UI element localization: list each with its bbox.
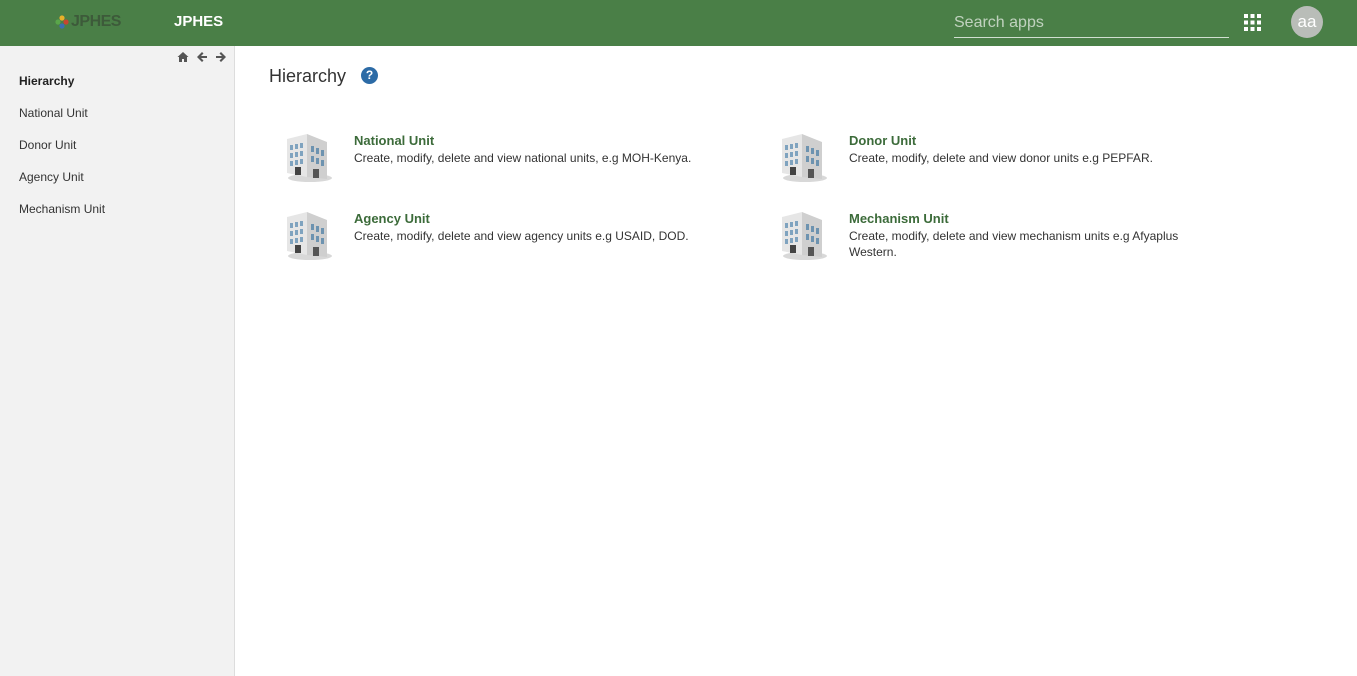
card-title[interactable]: Agency Unit [354,211,714,226]
logo[interactable]: JPHES [54,12,121,32]
help-icon[interactable]: ? [361,67,378,84]
sidebar-item-hierarchy[interactable]: Hierarchy [19,73,105,105]
sidebar-menu: Hierarchy National Unit Donor Unit Agenc… [19,73,105,233]
main-content: Hierarchy ? National Unit Create, modify… [236,46,1357,676]
sidebar-item-donor-unit[interactable]: Donor Unit [19,137,105,169]
card-description: Create, modify, delete and view mechanis… [849,229,1179,259]
app-title[interactable]: JPHES [174,13,223,30]
building-icon [782,134,827,182]
card-description: Create, modify, delete and view donor un… [849,151,1153,165]
building-icon [287,212,332,260]
top-bar: JPHES JPHES aa [0,0,1357,46]
logo-text: JPHES [71,13,121,30]
card-description: Create, modify, delete and view national… [354,151,692,165]
card-title[interactable]: Mechanism Unit [849,211,1194,226]
page-title: Hierarchy [269,66,347,86]
search-input[interactable] [954,9,1229,36]
building-icon [782,212,827,260]
back-arrow-icon[interactable] [195,50,209,64]
sidebar-item-national-unit[interactable]: National Unit [19,105,105,137]
sidebar-item-agency-unit[interactable]: Agency Unit [19,169,105,201]
card-description: Create, modify, delete and view agency u… [354,229,689,243]
sidebar-item-mechanism-unit[interactable]: Mechanism Unit [19,201,105,233]
card-title[interactable]: Donor Unit [849,133,1209,148]
card-mechanism-unit[interactable]: Mechanism Unit Create, modify, delete an… [778,211,1194,261]
logo-mark-icon [55,15,69,29]
sidebar-nav-icons [176,50,228,64]
home-icon[interactable] [176,50,190,64]
forward-arrow-icon[interactable] [214,50,228,64]
card-donor-unit[interactable]: Donor Unit Create, modify, delete and vi… [778,133,1209,183]
apps-grid-icon[interactable] [1244,14,1261,31]
search-box[interactable] [954,9,1229,38]
card-agency-unit[interactable]: Agency Unit Create, modify, delete and v… [283,211,714,261]
sidebar: Hierarchy National Unit Donor Unit Agenc… [0,46,235,676]
card-title[interactable]: National Unit [354,133,714,148]
building-icon [287,134,332,182]
user-avatar[interactable]: aa [1291,6,1323,38]
card-national-unit[interactable]: National Unit Create, modify, delete and… [283,133,714,183]
